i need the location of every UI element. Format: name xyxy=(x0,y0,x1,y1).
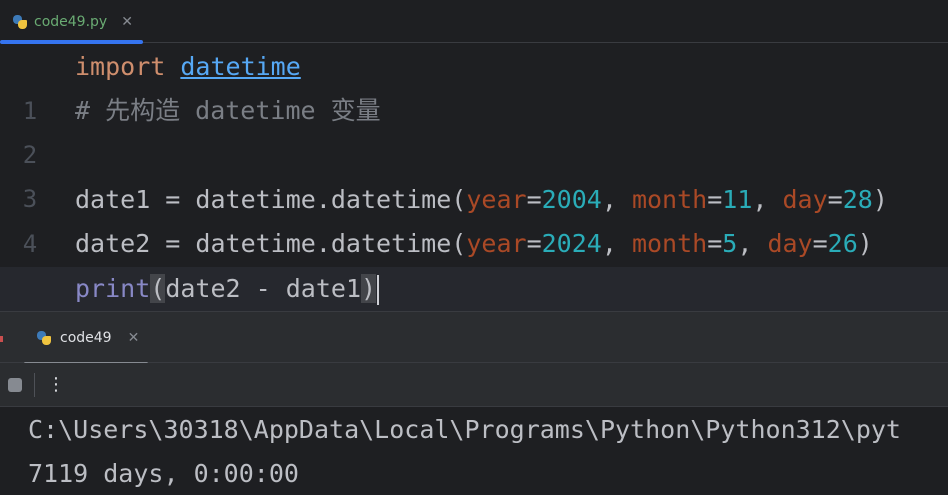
code-line[interactable]: 4 date1 = datetime.datetime(year=2004, m… xyxy=(0,178,948,258)
run-tool-window-header: code49 ✕ xyxy=(0,311,948,365)
number-literal: 26 xyxy=(827,229,858,258)
text-caret xyxy=(377,275,380,305)
editor-tab-code49[interactable]: code49.py ✕ xyxy=(0,0,143,44)
number-literal: 2004 xyxy=(541,185,602,214)
console-output[interactable]: C:\Users\30318\AppData\Local\Programs\Py… xyxy=(0,408,948,495)
code-line[interactable]: 3 xyxy=(0,133,948,213)
close-icon[interactable]: ✕ xyxy=(128,330,140,346)
python-icon xyxy=(36,330,52,346)
console-line: C:\Users\30318\AppData\Local\Programs\Py… xyxy=(28,415,901,444)
module-name[interactable]: datetime xyxy=(180,52,300,81)
code-line-current[interactable]: 6 print(date2 - date1) xyxy=(0,267,948,347)
assignment-text: date2 = datetime.datetime( xyxy=(75,229,467,258)
print-args: date2 - date1 xyxy=(165,274,361,303)
code-comment: # 先构造 datetime 变量 xyxy=(75,96,381,125)
kwarg-year: year xyxy=(466,185,527,214)
kwarg-day: day xyxy=(782,185,828,214)
more-vertical-icon[interactable]: ⋮ xyxy=(46,371,66,399)
run-tab-code49[interactable]: code49 ✕ xyxy=(24,312,148,365)
close-icon[interactable]: ✕ xyxy=(121,14,133,30)
number-literal: 11 xyxy=(722,185,753,214)
kwarg-day: day xyxy=(767,229,813,258)
console-line: 7119 days, 0:00:00 xyxy=(28,459,299,488)
edge-indicator xyxy=(0,336,3,342)
kwarg-month: month xyxy=(631,185,708,214)
kwarg-year: year xyxy=(466,229,527,258)
kwarg-month: month xyxy=(631,229,708,258)
editor-tab-bar: code49.py ✕ xyxy=(0,0,948,44)
matched-bracket: ) xyxy=(361,274,377,303)
code-line[interactable]: 2 # 先构造 datetime 变量 xyxy=(0,89,948,169)
import-keyword: import xyxy=(75,52,166,81)
number-literal: 28 xyxy=(842,185,873,214)
editor-tab-label: code49.py xyxy=(34,13,108,30)
matched-bracket: ( xyxy=(150,274,166,303)
assignment-text: date1 = datetime.datetime( xyxy=(75,185,467,214)
toolbar-divider xyxy=(34,373,35,397)
builtin-print: print xyxy=(75,274,151,303)
number-literal: 5 xyxy=(722,229,738,258)
code-line[interactable]: 5 date2 = datetime.datetime(year=2024, m… xyxy=(0,222,948,302)
run-tab-label: code49 xyxy=(60,330,112,346)
run-toolbar: ⋮ xyxy=(0,363,948,407)
code-line[interactable]: 1 import datetime xyxy=(0,45,948,125)
number-literal: 2024 xyxy=(541,229,602,258)
code-editor[interactable]: 1 import datetime 2 # 先构造 datetime 变量 3 … xyxy=(0,44,948,347)
python-icon xyxy=(12,14,28,30)
stop-icon[interactable] xyxy=(8,378,22,392)
